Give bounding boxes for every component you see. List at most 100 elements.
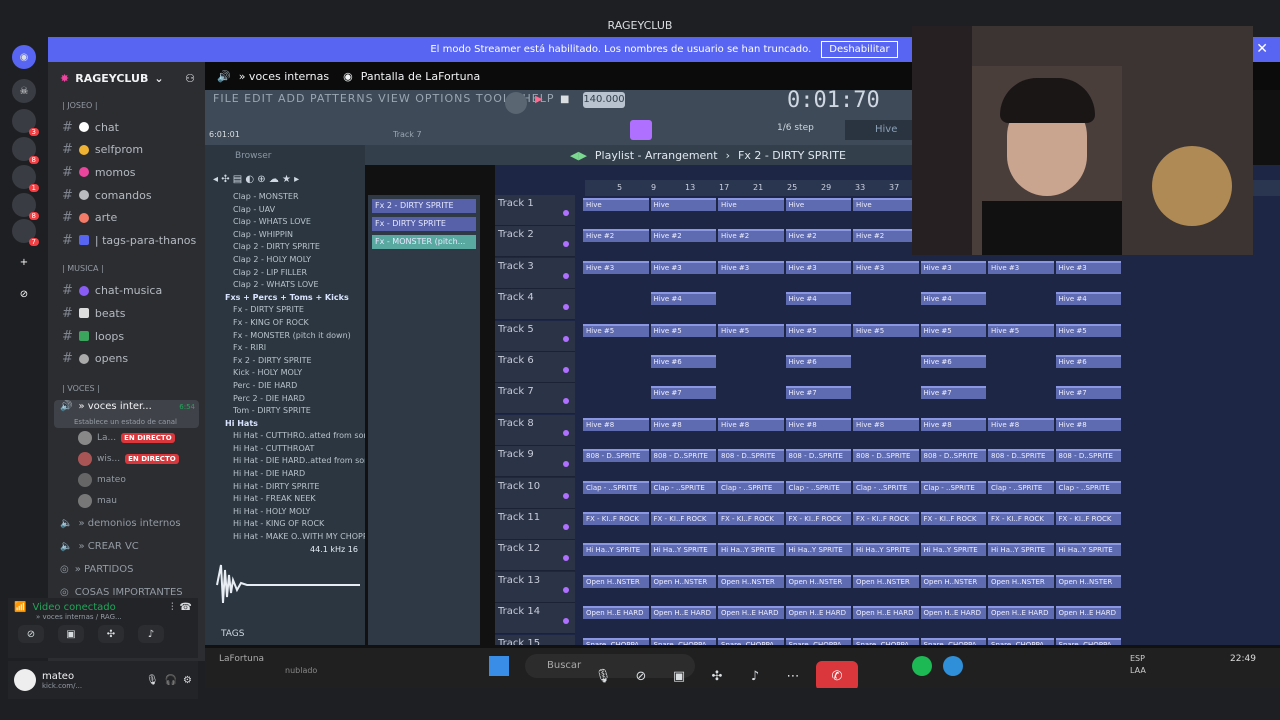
pattern-clip[interactable]: Clap - ..SPRITE [650,480,716,494]
pattern-clip[interactable]: Hive #5 [785,323,851,337]
track-label[interactable]: Track 15 [495,634,575,645]
stop-icon[interactable]: ■ [560,94,569,105]
track-mute-led[interactable] [563,524,569,530]
pattern-clip[interactable]: Snare..CHOPPA [853,637,919,645]
browser-sample[interactable]: Hi Hat - FREAK NEEK [205,493,365,506]
browser-sample[interactable]: Clap - UAV [205,204,365,217]
pattern-selector[interactable]: Hive #5 [845,120,912,155]
pattern-clip[interactable]: Clap - ..SPRITE [853,480,919,494]
camera-off-icon[interactable]: ⊘ [626,661,656,691]
channel-arte[interactable]: # arte [48,206,205,229]
tempo-display[interactable]: 140.000 [583,92,625,108]
pattern-clip[interactable]: Hive #6 [920,355,986,368]
track-mute-led[interactable] [563,429,569,436]
explore-icon[interactable]: ⊘ [12,282,36,306]
voice-user[interactable]: mateo [48,470,205,491]
settings-gear-icon[interactable]: ⚙ [183,675,192,686]
browser-sample[interactable]: Clap - WHATS LOVE [205,216,365,229]
pattern-clip[interactable]: FX - KI..F ROCK [988,512,1054,525]
pattern-clip[interactable]: Open H..NSTER [988,574,1054,588]
server-header[interactable]: ✸ RAGEYCLUB ⌄ ⚇ [48,62,205,94]
pattern-clip[interactable]: Hive [853,198,919,211]
pattern-clip[interactable]: Hive #7 [920,386,986,400]
pattern-clip[interactable]: Snare..CHOPPA [650,637,716,645]
pattern-item[interactable]: Fx 2 - DIRTY SPRITE [372,199,476,213]
pattern-clip[interactable]: Clap - ..SPRITE [920,480,986,494]
mic-icon[interactable]: 🎙 [146,675,159,686]
pattern-clip[interactable]: Hive #8 [583,417,649,431]
signal-icon[interactable]: 📶 [14,602,26,613]
browser-sample[interactable]: Fx - KING OF ROCK [205,317,365,330]
pattern-clip[interactable]: Hive [785,198,851,211]
pattern-clip[interactable]: Open H..NSTER [650,574,716,588]
pattern-clip[interactable]: FX - KI..F ROCK [920,512,986,525]
pattern-clip[interactable]: Hive #3 [718,260,784,274]
soundboard-button[interactable]: ♪ [138,625,164,643]
server-icon[interactable]: 3 [12,109,39,136]
track-mute-led[interactable] [563,272,569,279]
server-icon[interactable]: 1 [12,165,39,192]
voice-channel-active[interactable]: 🔊 » voces inter... 6:54 Establece un est… [54,399,199,428]
snap-selector[interactable]: 1/6 step [777,123,814,133]
browser-sample[interactable]: Hi Hat - KING OF ROCK [205,518,365,531]
channel-comandos[interactable]: # comandos [48,184,205,207]
pattern-clip[interactable]: FX - KI..F ROCK [583,512,649,525]
category-voces[interactable]: | VOCES | [48,378,205,400]
pattern-clip[interactable]: Hive #8 [988,417,1054,431]
pattern-clip[interactable]: Open H..E HARD [650,606,716,620]
fl-menu[interactable]: FILE EDIT ADD PATTERNS VIEW OPTIONS TOOL… [213,92,554,105]
pattern-clip[interactable]: FX - KI..F ROCK [1055,512,1121,525]
playlist-icon[interactable] [630,120,652,140]
channel-selfprom[interactable]: # selfprom [48,139,205,162]
browser-sample[interactable]: Hi Hat - CUTTHROAT [205,443,365,456]
pattern-clip[interactable]: Hive #3 [988,260,1054,274]
disconnect-button[interactable]: ✆ [816,661,858,691]
voice-user[interactable]: mau [48,491,205,512]
browser-sample[interactable]: Hi Hat - DIRTY SPRITE [205,481,365,494]
browser-sample[interactable]: Hi Hat - CUTTHRO..atted from song) [205,430,365,443]
pattern-clip[interactable]: Snare..CHOPPA [583,637,649,645]
pattern-clip[interactable]: Hive [650,198,716,211]
language-label[interactable]: ESP [1130,654,1145,663]
pattern-clip[interactable]: FX - KI..F ROCK [853,512,919,525]
pattern-clip[interactable]: Open H..E HARD [988,606,1054,620]
pattern-clip[interactable]: Clap - ..SPRITE [785,480,851,494]
browser-sample[interactable]: Fx - RIRI [205,342,365,355]
pattern-clip[interactable]: Open H..NSTER [583,574,649,588]
pattern-item[interactable]: Fx - DIRTY SPRITE [372,217,476,231]
transport-knob[interactable] [505,92,527,114]
browser-sample[interactable]: Hi Hat - DIE HARD [205,468,365,481]
pattern-clip[interactable]: Hive #3 [583,260,649,274]
pattern-clip[interactable]: Hive #2 [718,229,784,243]
pattern-clip[interactable]: Clap - ..SPRITE [1055,480,1121,494]
browser-sample[interactable]: Fx - DIRTY SPRITE [205,304,365,317]
browser-sample[interactable]: Kick - HOLY MOLY [205,367,365,380]
pattern-clip[interactable]: Open H..E HARD [718,606,784,620]
channel-tags[interactable]: # | tags-para-thanos [48,229,205,252]
pattern-clip[interactable]: FX - KI..F ROCK [785,512,851,525]
pattern-clip[interactable]: Hive #3 [1055,260,1121,274]
server-icon[interactable]: ☠ [12,79,36,103]
browser-folder[interactable]: Fxs + Percs + Toms + Kicks [205,292,365,305]
browser-sample[interactable]: Clap 2 - HOLY MOLY [205,254,365,267]
add-server-icon[interactable]: + [12,250,36,274]
pattern-clip[interactable]: Hive #3 [853,260,919,274]
pattern-clip[interactable]: Open H..NSTER [853,574,919,588]
pattern-clip[interactable]: Hive #3 [785,260,851,274]
pattern-clip[interactable]: Hive #5 [718,323,784,337]
headphones-icon[interactable]: 🎧 [165,675,177,686]
discord-home-icon[interactable]: ◉ [12,45,36,69]
pattern-clip[interactable]: Open H..NSTER [920,574,986,588]
channel-chat[interactable]: # chat [48,116,205,139]
pattern-clip[interactable]: Hi Ha..Y SPRITE [920,543,986,557]
pattern-clip[interactable]: Hive #8 [853,417,919,431]
pattern-clip[interactable]: Open H..NSTER [718,574,784,588]
pattern-clip[interactable]: Hive #5 [1055,323,1121,337]
browser-sample[interactable]: Perc - DIE HARD [205,380,365,393]
pattern-clip[interactable]: FX - KI..F ROCK [650,512,716,525]
browser-sample[interactable]: Perc 2 - DIE HARD [205,393,365,406]
channel-chat-musica[interactable]: # chat-musica [48,280,205,303]
browser-sample[interactable]: Hi Hat - DIE HARD..atted from song) [205,455,365,468]
pattern-item[interactable]: Fx - MONSTER (pitch... [372,235,476,249]
pattern-clip[interactable]: Hive #2 [785,229,851,243]
